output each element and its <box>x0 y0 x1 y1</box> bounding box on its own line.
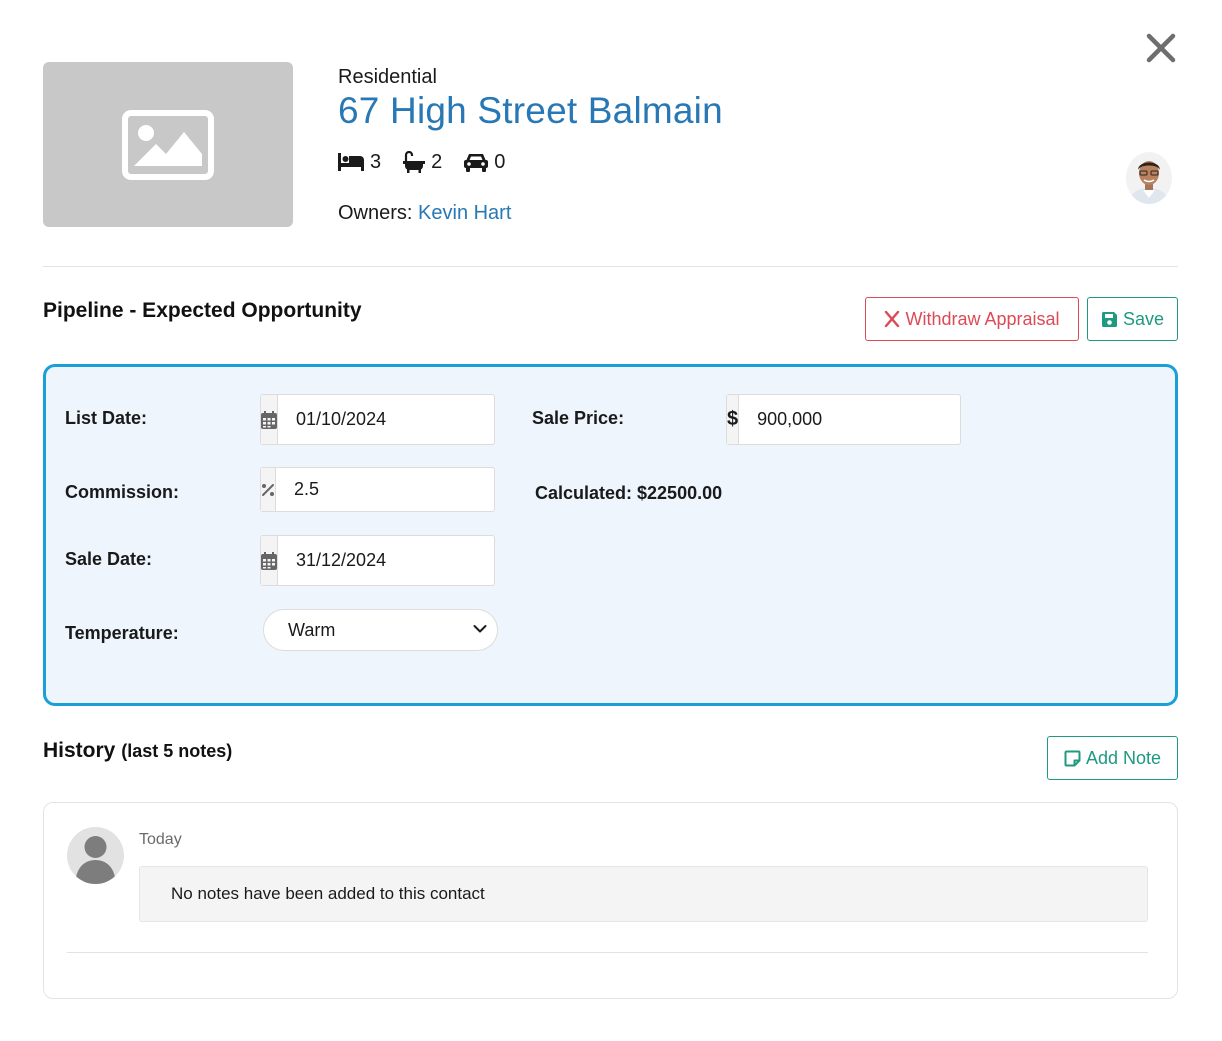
bed-icon <box>338 153 364 171</box>
calendar-icon <box>261 551 277 570</box>
currency-addon: $ <box>727 395 740 444</box>
owners-line: Owners: Kevin Hart <box>338 202 511 225</box>
save-label: Save <box>1122 308 1165 329</box>
close-icon <box>1146 33 1176 63</box>
notes-list: Today No notes have been added to this c… <box>43 802 1178 999</box>
currency-symbol: $ <box>727 408 739 430</box>
times-icon <box>885 310 900 328</box>
list-date-calendar-addon[interactable] <box>261 395 278 444</box>
chevron-down-icon <box>473 625 487 633</box>
sale-price-input[interactable] <box>739 395 990 444</box>
calendar-icon <box>261 410 277 429</box>
bedrooms-count: 3 <box>370 150 382 173</box>
pipeline-title: Pipeline - Expected Opportunity <box>43 299 362 322</box>
history-heading: History <box>43 739 116 762</box>
bedrooms-feature: 3 <box>338 151 381 174</box>
temperature-value: Warm <box>288 619 336 640</box>
list-date-group <box>260 394 528 445</box>
car-spaces-count: 0 <box>494 150 506 173</box>
percent-icon <box>262 483 274 496</box>
list-date-label: List Date: <box>65 408 148 428</box>
sale-date-group <box>260 535 528 586</box>
sticky-note-icon <box>1064 750 1081 766</box>
commission-label: Commission: <box>65 482 180 502</box>
sale-price-group: $ <box>726 394 990 445</box>
car-spaces-feature: 0 <box>464 151 505 174</box>
temperature-select[interactable]: Warm <box>263 609 498 651</box>
bath-icon <box>403 151 426 173</box>
save-icon <box>1101 311 1117 327</box>
image-placeholder-icon <box>122 110 214 180</box>
property-photo <box>43 62 293 227</box>
note-author-avatar <box>67 827 124 884</box>
calculated-commission: Calculated: $22500.00 <box>535 483 723 503</box>
header-divider <box>43 266 1178 267</box>
sale-date-input[interactable] <box>278 536 528 585</box>
car-icon <box>464 154 489 172</box>
note-divider <box>67 952 1148 953</box>
note-text: No notes have been added to this contact <box>139 866 1148 922</box>
close-button[interactable] <box>1144 30 1178 66</box>
percent-addon <box>261 468 276 511</box>
property-features: 3 2 0 <box>338 148 527 176</box>
sale-date-calendar-addon[interactable] <box>261 536 278 585</box>
history-subtitle: (last 5 notes) <box>121 741 233 761</box>
agent-avatar[interactable] <box>1126 152 1172 204</box>
property-type: Residential <box>338 66 437 88</box>
user-silhouette-icon <box>75 836 116 884</box>
withdraw-appraisal-label: Withdraw Appraisal <box>905 308 1060 329</box>
agent-photo-icon <box>1126 152 1172 204</box>
bathrooms-feature: 2 <box>403 151 442 174</box>
bathrooms-count: 2 <box>431 150 443 173</box>
withdraw-appraisal-button[interactable]: Withdraw Appraisal <box>865 297 1079 341</box>
commission-group <box>260 467 526 512</box>
history-title: History (last 5 notes) <box>43 739 232 763</box>
sale-price-label: Sale Price: <box>532 408 625 428</box>
pipeline-panel: List Date: Sale Price: $ Commission: <box>43 364 1178 706</box>
owners-label: Owners: <box>338 202 413 224</box>
owner-link[interactable]: Kevin Hart <box>418 202 511 224</box>
add-note-label: Add Note <box>1085 747 1162 768</box>
temperature-label: Temperature: <box>65 623 179 643</box>
save-button[interactable]: Save <box>1087 297 1178 341</box>
commission-input[interactable] <box>276 468 526 511</box>
property-address[interactable]: 67 High Street Balmain <box>338 90 723 132</box>
sale-date-label: Sale Date: <box>65 549 153 569</box>
list-date-input[interactable] <box>278 395 528 444</box>
add-note-button[interactable]: Add Note <box>1047 736 1178 780</box>
note-date: Today <box>139 831 182 848</box>
